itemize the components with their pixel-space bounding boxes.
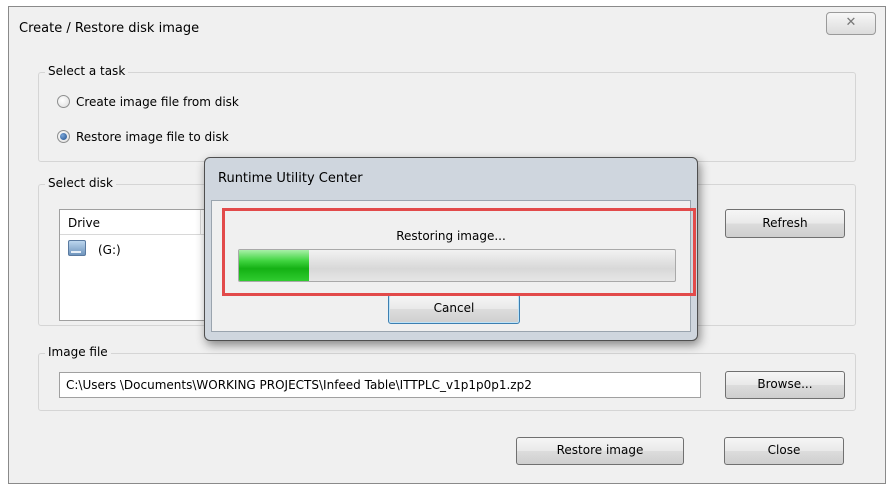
progress-dialog: Runtime Utility Center Restoring image..… [204,157,698,341]
close-button[interactable]: Close [724,437,844,465]
column-divider[interactable] [200,210,201,234]
progress-dialog-body: Restoring image... Cancel [211,200,691,332]
status-text: Restoring image... [396,229,506,243]
close-icon: ✕ [845,15,857,30]
radio-unchecked-icon [57,95,70,108]
title-bar: Create / Restore disk image ✕ [9,7,885,47]
radio-restore-label: Restore image file to disk [76,130,229,144]
restore-image-button[interactable]: Restore image [516,437,684,465]
radio-create-label: Create image file from disk [76,95,239,109]
image-file-legend: Image file [45,345,111,359]
browse-button[interactable]: Browse... [725,371,845,399]
task-group-legend: Select a task [45,64,129,78]
radio-checked-icon [57,130,70,143]
progress-dialog-title: Runtime Utility Center [218,171,363,186]
drive-label: (G:) [98,243,121,257]
progress-bar [238,249,676,282]
window-title: Create / Restore disk image [19,21,200,36]
radio-restore-image[interactable]: Restore image file to disk [57,128,229,146]
list-item[interactable]: (G:) [68,240,121,257]
close-window-button[interactable]: ✕ [826,12,876,35]
image-file-group: Image file C:\Users \Documents\WORKING P… [38,345,856,411]
progress-bar-fill [239,250,309,281]
task-group: Select a task Create image file from dis… [38,64,856,162]
refresh-button[interactable]: Refresh [725,209,845,238]
cancel-button[interactable]: Cancel [388,294,520,324]
drive-icon [68,240,86,256]
disk-group-legend: Select disk [45,176,116,190]
radio-create-image[interactable]: Create image file from disk [57,93,239,111]
column-header-drive[interactable]: Drive [68,216,100,230]
image-path-input[interactable]: C:\Users \Documents\WORKING PROJECTS\Inf… [59,372,701,398]
